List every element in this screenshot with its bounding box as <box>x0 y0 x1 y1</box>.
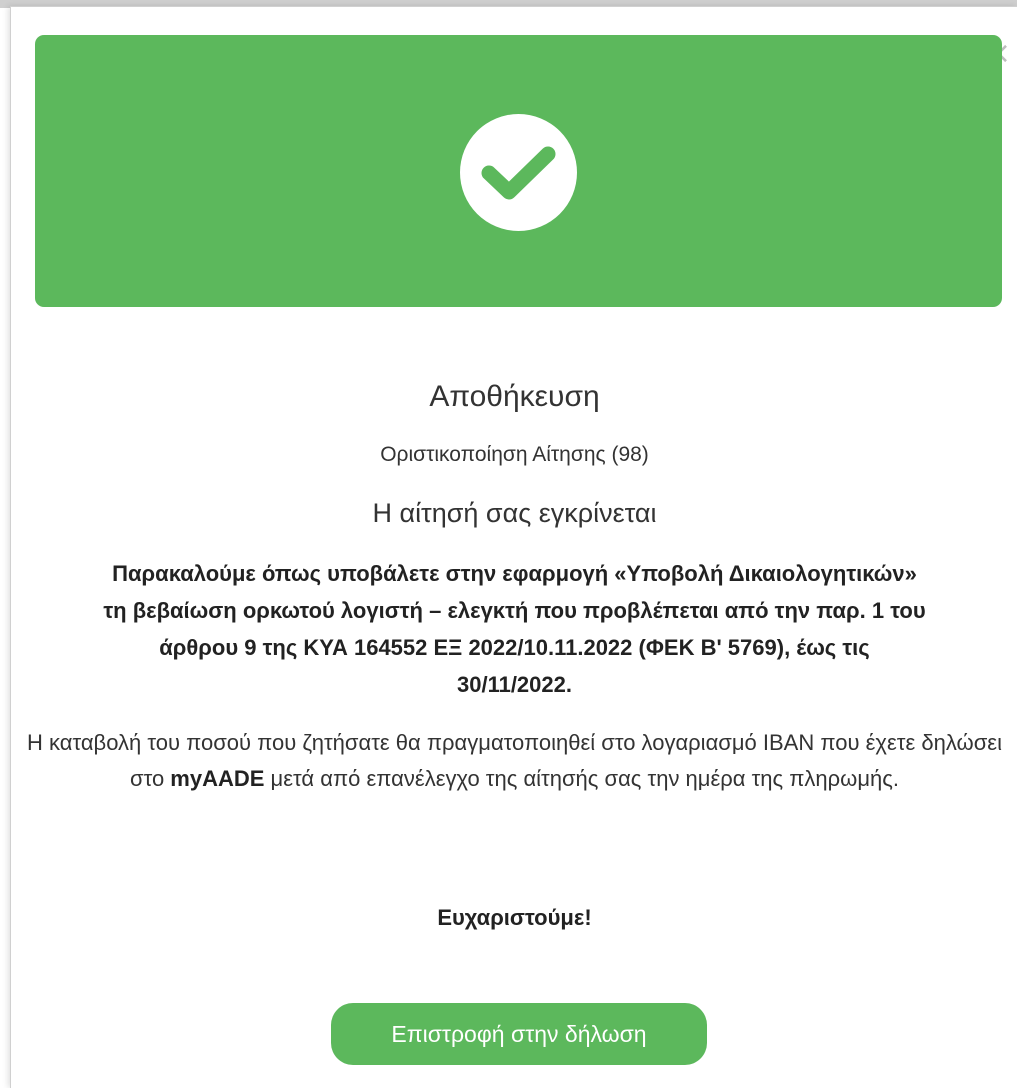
payment-text-after: μετά από επανέλεγχο της αίτησής σας την … <box>264 766 899 791</box>
return-to-declaration-button[interactable]: Επιστροφή στην δήλωση <box>331 1003 707 1065</box>
instruction-text: Παρακαλούμε όπως υποβάλετε στην εφαρμογή… <box>103 561 926 697</box>
myaade-brand: myAADE <box>170 766 265 791</box>
thanks-text: Ευχαριστούμε! <box>437 905 592 930</box>
approval-message: Η αίτησή σας εγκρίνεται <box>372 498 657 528</box>
payment-text: Η καταβολή του ποσού που ζητήσατε θα πρα… <box>21 725 1008 797</box>
check-circle <box>460 114 577 231</box>
dialog-title: Αποθήκευση <box>429 380 600 413</box>
success-dialog: × Αποθήκευση Οριστικοποίηση Αίτησης (98)… <box>10 6 1017 1088</box>
success-banner <box>35 35 1002 307</box>
dialog-subtitle: Οριστικοποίηση Αίτησης (98) <box>380 443 649 466</box>
check-icon <box>481 146 556 200</box>
